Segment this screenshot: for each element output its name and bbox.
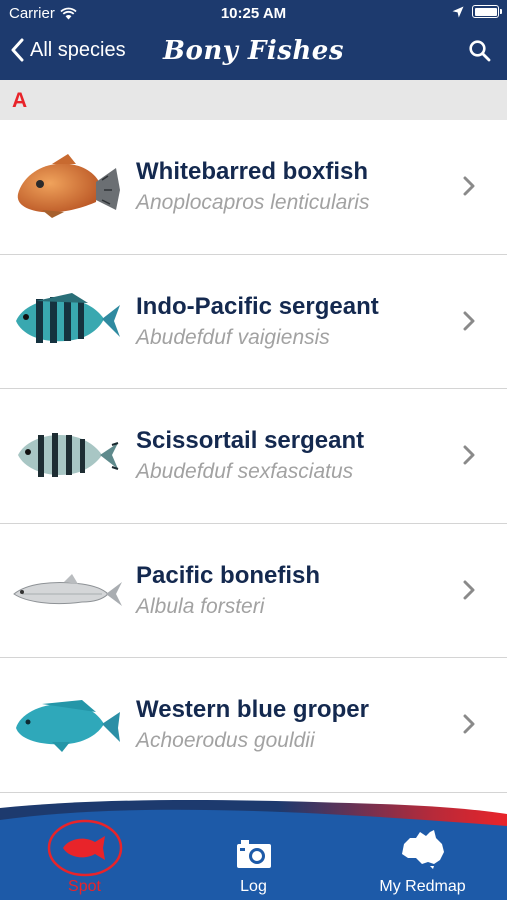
chevron-right-icon [463,445,475,465]
tab-log-icon-wrap [169,826,338,870]
tab-spot-label: Spot [68,878,101,895]
tab-spot-icon-wrap [0,819,169,877]
species-row[interactable]: Whitebarred boxfish Anoplocapros lenticu… [0,120,507,255]
fish-icon [47,819,122,877]
species-common-name: Indo-Pacific sergeant [136,292,379,320]
species-scientific-name: Abudefduf vaigiensis [136,325,330,349]
camera-icon [236,840,271,868]
nav-bar: All species Bony Fishes [0,28,507,80]
tab-spot[interactable]: Spot [0,819,169,896]
battery-icon [472,5,502,18]
australia-map-icon [401,830,444,869]
species-common-name: Scissortail sergeant [136,427,365,454]
species-row[interactable]: Western blue groper Achoerodus gouldii [0,658,507,793]
species-list: Whitebarred boxfish Anoplocapros lenticu… [0,120,507,793]
section-header: A [0,80,507,120]
navigation-header: Carrier 10:25 AM All species Bony Fishes [0,0,507,80]
species-common-name: Whitebarred boxfish [136,158,369,185]
tab-log[interactable]: Log [169,826,338,896]
chevron-right-icon [463,714,475,734]
orange-boxfish-image [17,154,120,218]
species-scientific-name: Albula forsteri [136,594,265,618]
striped-grey-sergeant-image [18,433,119,477]
tab-bar: Spot Log My Redmap [0,790,507,900]
chevron-right-icon [463,580,475,599]
species-scientific-name: Abudefduf sexfasciatus [136,460,354,483]
species-scientific-name: Anoplocapros lenticularis [136,191,370,214]
striped-blue-sergeant-image [16,292,120,343]
search-button[interactable] [469,40,491,67]
tab-log-label: Log [240,878,267,895]
species-row[interactable]: Indo-Pacific sergeant Abudefduf vaigiens… [0,255,507,389]
species-scientific-name: Achoerodus gouldii [136,729,315,752]
silver-bonefish-image [13,573,122,606]
tab-my-redmap-icon-wrap [338,826,507,870]
status-right-group [452,5,502,18]
chevron-right-icon [463,176,475,196]
blue-groper-image [16,700,120,752]
species-common-name: Western blue groper [136,696,369,723]
status-bar: Carrier 10:25 AM [0,0,507,28]
chevron-right-icon [463,311,475,330]
tab-my-redmap[interactable]: My Redmap [338,826,507,896]
tab-my-redmap-label: My Redmap [379,878,466,895]
species-row[interactable]: Pacific bonefish Albula forsteri [0,524,507,658]
species-row[interactable]: Scissortail sergeant Abudefduf sexfascia… [0,389,507,524]
status-time: 10:25 AM [220,5,287,22]
page-title: Bony Fishes [163,36,344,66]
location-arrow-icon [452,6,464,17]
search-icon [469,40,491,62]
section-letter: A [12,89,28,112]
species-common-name: Pacific bonefish [136,561,321,589]
